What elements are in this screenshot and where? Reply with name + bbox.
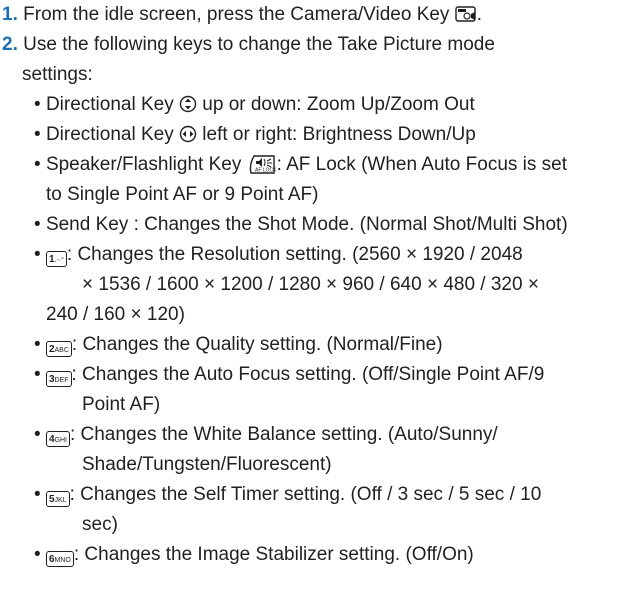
key-sub-symbols: .-·°: [54, 257, 64, 264]
key-3-def-icon: 3DEF: [45, 371, 72, 387]
key-6-mno-icon: 6MNO: [45, 551, 74, 567]
bullet-white-balance-continued: Shade/Tungsten/Fluorescent): [82, 450, 332, 480]
bullet-send-key: • Send Key : Changes the Shot Mode. (Nor…: [34, 210, 568, 240]
bullet-dot: •: [34, 364, 46, 385]
bullet-self-timer-continued: sec): [82, 510, 118, 540]
key-1-icon: 1.-·°: [45, 251, 67, 267]
bullet-text: Shade/Tungsten/Fluorescent): [82, 454, 332, 475]
bullet-text: up or down: Zoom Up/Zoom Out: [202, 94, 475, 115]
directional-key-updown-icon: [179, 95, 197, 113]
bullet-dot: •: [34, 424, 46, 445]
bullet-dot: •: [34, 124, 46, 145]
bullet-white-balance: • 4GHI: Changes the White Balance settin…: [34, 420, 498, 450]
key-sub-label: DEF: [54, 377, 69, 384]
bullet-image-stabilizer: • 6MNO: Changes the Image Stabilizer set…: [34, 540, 474, 570]
speaker-flashlight-key-icon: AF LOCK: [249, 155, 277, 174]
bullet-text: : Changes the Quality setting. (Normal/F…: [71, 334, 443, 355]
bullet-dot: •: [34, 214, 46, 235]
bullet-resolution-continued: × 1536 / 1600 × 1200 / 1280 × 960 / 640 …: [82, 270, 539, 300]
bullet-dot: •: [34, 484, 46, 505]
bullet-text: sec): [82, 514, 118, 535]
bullet-text: : AF Lock (When Auto Focus is set: [276, 154, 568, 175]
bullet-dot: •: [34, 154, 46, 175]
step-text: settings:: [22, 64, 93, 85]
instruction-document: 1. From the idle screen, press the Camer…: [0, 0, 644, 606]
bullet-af-lock-continued: to Single Point AF or 9 Point AF): [46, 180, 318, 210]
step-text-tail: .: [476, 4, 482, 25]
key-5-jkl-icon: 5JKL: [45, 491, 70, 507]
bullet-dot: •: [34, 544, 46, 565]
bullet-zoom: • Directional Key up or down: Zoom Up/Zo…: [34, 90, 475, 120]
bullet-text: : Changes the White Balance setting. (Au…: [69, 424, 498, 445]
bullet-text: left or right: Brightness Down/Up: [202, 124, 476, 145]
bullet-text: : Changes the Auto Focus setting. (Off/S…: [71, 364, 545, 385]
bullet-text: 240 / 160 × 120): [46, 304, 185, 325]
step-2-continued: settings:: [22, 60, 93, 90]
bullet-quality: • 2ABC: Changes the Quality setting. (No…: [34, 330, 443, 360]
camera-video-key-icon: [455, 6, 476, 22]
key-sub-label: MNO: [54, 557, 71, 564]
bullet-text: : Changes the Resolution setting. (2560 …: [66, 244, 523, 265]
key-sub-label: JKL: [54, 497, 67, 504]
bullet-text: : Changes the Image Stabilizer setting. …: [73, 544, 474, 565]
bullet-text: to Single Point AF or 9 Point AF): [46, 184, 319, 205]
bullet-dot: •: [34, 244, 46, 265]
bullet-auto-focus-continued: Point AF): [82, 390, 160, 420]
bullet-resolution: • 1.-·°: Changes the Resolution setting.…: [34, 240, 523, 270]
bullet-text: Directional Key: [45, 94, 174, 115]
step-text: Use the following keys to change the Tak…: [23, 34, 495, 55]
bullet-af-lock: • Speaker/Flashlight Key AF LOCK : AF Lo…: [34, 150, 567, 180]
directional-key-leftright-icon: [179, 125, 197, 143]
step-1: 1. From the idle screen, press the Camer…: [2, 0, 482, 30]
key-2-abc-icon: 2ABC: [45, 341, 72, 357]
bullet-text: Send Key : Changes the Shot Mode. (Norma…: [45, 214, 568, 235]
bullet-brightness: • Directional Key left or right: Brightn…: [34, 120, 476, 150]
step-2: 2. Use the following keys to change the …: [2, 30, 495, 60]
key-sub-label: ABC: [54, 347, 69, 354]
bullet-dot: •: [34, 334, 46, 355]
step-text: From the idle screen, press the Camera/V…: [23, 4, 450, 25]
key-sub-label: GHI: [54, 437, 67, 444]
bullet-self-timer: • 5JKL: Changes the Self Timer setting. …: [34, 480, 541, 510]
bullet-text: : Changes the Self Timer setting. (Off /…: [69, 484, 542, 505]
bullet-text: × 1536 / 1600 × 1200 / 1280 × 960 / 640 …: [82, 274, 539, 295]
step-number: 1.: [2, 4, 18, 25]
bullet-text: Directional Key: [45, 124, 174, 145]
bullet-resolution-continued: 240 / 160 × 120): [46, 300, 185, 330]
key-4-ghi-icon: 4GHI: [45, 431, 70, 447]
bullet-text: Speaker/Flashlight Key: [45, 154, 242, 175]
step-number: 2.: [2, 34, 18, 55]
bullet-dot: •: [34, 94, 46, 115]
bullet-auto-focus: • 3DEF: Changes the Auto Focus setting. …: [34, 360, 544, 390]
svg-text:AF LOCK: AF LOCK: [255, 168, 277, 174]
bullet-text: Point AF): [82, 394, 161, 415]
